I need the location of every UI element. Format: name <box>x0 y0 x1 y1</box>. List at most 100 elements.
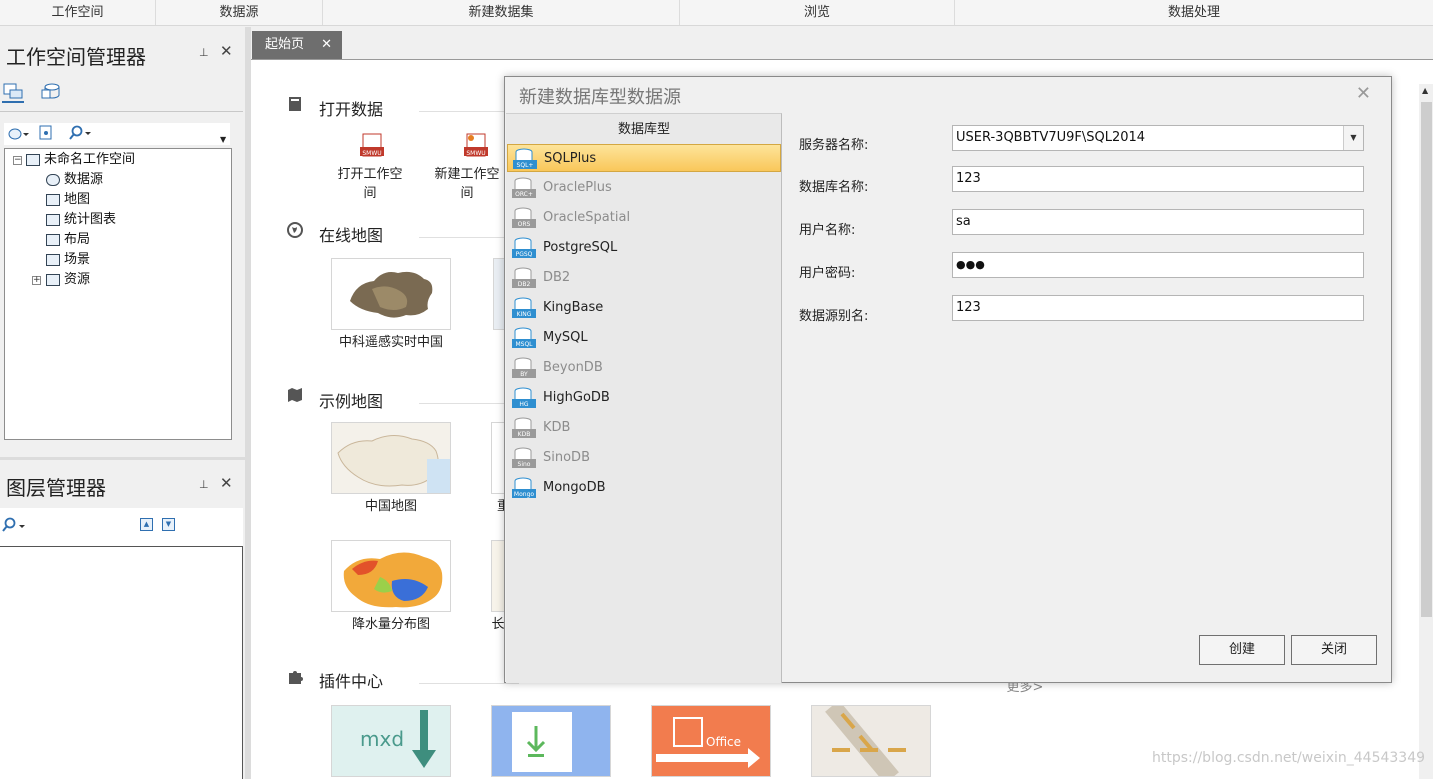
plugin-download-thumb[interactable] <box>491 705 611 777</box>
database-type-header: 数据库型 <box>617 122 670 137</box>
tab-workspace[interactable]: 工作空间 <box>0 0 156 25</box>
chevron-down-icon[interactable]: ▼ <box>1343 126 1363 150</box>
scrollbar-thumb[interactable] <box>1421 102 1432 617</box>
close-icon[interactable]: ✕ <box>220 42 233 60</box>
user-name-label: 用户名称: <box>799 223 856 238</box>
tab-data-processing[interactable]: 数据处理 <box>955 0 1433 25</box>
datasource-icon <box>46 173 60 186</box>
db-type-icon-text: Sino <box>517 461 531 468</box>
tree-node-datasources[interactable]: 数据源 <box>46 170 103 190</box>
move-down-icon[interactable]: ▼ <box>162 518 175 531</box>
db-type-name: MySQL <box>543 330 588 345</box>
db-type-item[interactable]: OraclePlus ORC+ <box>507 174 781 202</box>
scroll-up-icon[interactable]: ▲ <box>1422 86 1428 95</box>
db-type-item[interactable]: MySQL MSQL <box>507 324 781 352</box>
db-type-icon-text: HG <box>519 401 529 408</box>
online-map-thumb[interactable] <box>331 258 451 330</box>
db-type-icon-text: MSQL <box>515 341 533 348</box>
sample-map-thumb-partial[interactable] <box>491 540 505 612</box>
datasource-alias-input[interactable]: 123 <box>952 295 1364 321</box>
db-type-name: SinoDB <box>543 450 590 465</box>
create-button[interactable]: 创建 <box>1199 635 1285 665</box>
close-icon[interactable]: ✕ <box>1356 83 1371 104</box>
online-map-label[interactable]: 中科遥感实时中国 <box>331 331 451 350</box>
open-workspace-label[interactable]: 打开工作空 间 <box>325 163 415 201</box>
db-type-item[interactable]: HighGoDB HG <box>507 384 781 412</box>
tree-node-layouts[interactable]: 布局 <box>46 230 90 250</box>
db-type-name: DB2 <box>543 270 571 285</box>
sample-map-precip-thumb[interactable] <box>331 540 451 612</box>
pin-icon[interactable]: ⊥ <box>199 46 209 59</box>
new-database-datasource-dialog: 新建数据库型数据源 ✕ 数据库型 SQLPlus SQL+ OraclePlus OR… <box>504 76 1392 683</box>
pin-icon[interactable]: ⊥ <box>199 478 209 491</box>
tree-node-scenes[interactable]: 场景 <box>46 250 90 270</box>
plugin-roads-thumb[interactable] <box>811 705 931 777</box>
workspace-tree-tab-icon[interactable] <box>2 82 24 100</box>
sample-map-precip-label[interactable]: 降水量分布图 <box>331 613 451 632</box>
db-type-item[interactable]: OracleSpatial ORS <box>507 204 781 232</box>
divider <box>419 683 519 684</box>
tree-node-resources[interactable]: 资源 <box>46 270 90 290</box>
database-name-label: 数据库名称: <box>799 180 869 195</box>
ribbon-tabs: 工作空间 数据源 新建数据集 浏览 数据处理 <box>0 0 1433 26</box>
map-icon <box>46 193 60 206</box>
folder-icon <box>46 273 60 286</box>
server-name-dropdown[interactable]: USER-3QBBTV7U9F\SQL2014 ▼ <box>952 125 1364 151</box>
sample-map-china-thumb[interactable] <box>331 422 451 494</box>
database-name-input[interactable]: 123 <box>952 166 1364 192</box>
tab-datasource[interactable]: 数据源 <box>156 0 323 25</box>
toolbar-overflow-icon[interactable]: ▼ <box>220 135 226 144</box>
db-type-item[interactable]: PostgreSQL PGSQ <box>507 234 781 262</box>
close-icon[interactable]: ✕ <box>321 31 332 59</box>
db-type-item[interactable]: SinoDB Sino <box>507 444 781 472</box>
password-input[interactable]: ●●● <box>952 252 1364 278</box>
open-workspace-icon[interactable]: SMWU <box>359 132 385 164</box>
user-name-input[interactable]: sa <box>952 209 1364 235</box>
db-type-item[interactable]: MongoDB Mongo <box>507 474 781 502</box>
tree-node-charts[interactable]: 统计图表 <box>46 210 116 230</box>
properties-icon[interactable] <box>38 125 54 145</box>
new-workspace-icon[interactable]: SMWU <box>463 132 489 164</box>
db-type-icon-text: KING <box>516 311 532 318</box>
db-type-name: OraclePlus <box>543 180 612 195</box>
expand-icon[interactable]: + <box>32 276 41 285</box>
layout-icon <box>46 233 60 246</box>
close-icon[interactable]: ✕ <box>220 474 233 492</box>
svg-text:SMWU: SMWU <box>362 150 381 157</box>
collapse-icon[interactable]: − <box>13 156 22 165</box>
db-type-item[interactable]: KingBase KING <box>507 294 781 322</box>
map-icon <box>287 387 303 403</box>
layer-toolbar: ▲ ▼ <box>0 508 243 546</box>
db-type-item[interactable]: DB2 DB2 <box>507 264 781 292</box>
database-tab-icon[interactable] <box>40 82 62 100</box>
book-icon <box>287 96 303 112</box>
tab-browse[interactable]: 浏览 <box>680 0 955 25</box>
sample-map-thumb-partial[interactable] <box>491 422 505 494</box>
globe-icon <box>287 222 303 238</box>
db-type-item[interactable]: KDB KDB <box>507 414 781 442</box>
close-button[interactable]: 关闭 <box>1291 635 1377 665</box>
tab-start-page[interactable]: 起始页 ✕ <box>252 31 342 59</box>
new-workspace-label[interactable]: 新建工作空 间 <box>431 163 503 201</box>
tree-node-workspace[interactable]: 未命名工作空间 <box>26 150 135 170</box>
sample-map-china-label[interactable]: 中国地图 <box>331 495 451 514</box>
tab-new-dataset[interactable]: 新建数据集 <box>323 0 680 25</box>
search-icon[interactable] <box>2 517 28 537</box>
db-type-item[interactable]: BeyonDB BY <box>507 354 781 382</box>
workspace-toolbar: ▼ <box>4 123 230 145</box>
scene-icon <box>46 253 60 266</box>
db-type-name: OracleSpatial <box>543 210 631 225</box>
plugin-office-thumb[interactable]: Office <box>651 705 771 777</box>
db-type-item[interactable]: SQLPlus SQL+ <box>507 144 781 172</box>
puzzle-icon <box>287 669 303 685</box>
db-type-name: MongoDB <box>543 480 606 495</box>
plugin-mxd-thumb[interactable]: mxd <box>331 705 451 777</box>
active-tab-indicator <box>2 101 24 103</box>
tree-node-maps[interactable]: 地图 <box>46 190 90 210</box>
move-up-icon[interactable]: ▲ <box>140 518 153 531</box>
search-icon[interactable] <box>68 125 92 145</box>
view-options-icon[interactable] <box>7 126 29 146</box>
datasource-alias-label: 数据源别名: <box>799 309 869 324</box>
db-type-name: BeyonDB <box>543 360 603 375</box>
db-type-name: KDB <box>543 420 571 435</box>
